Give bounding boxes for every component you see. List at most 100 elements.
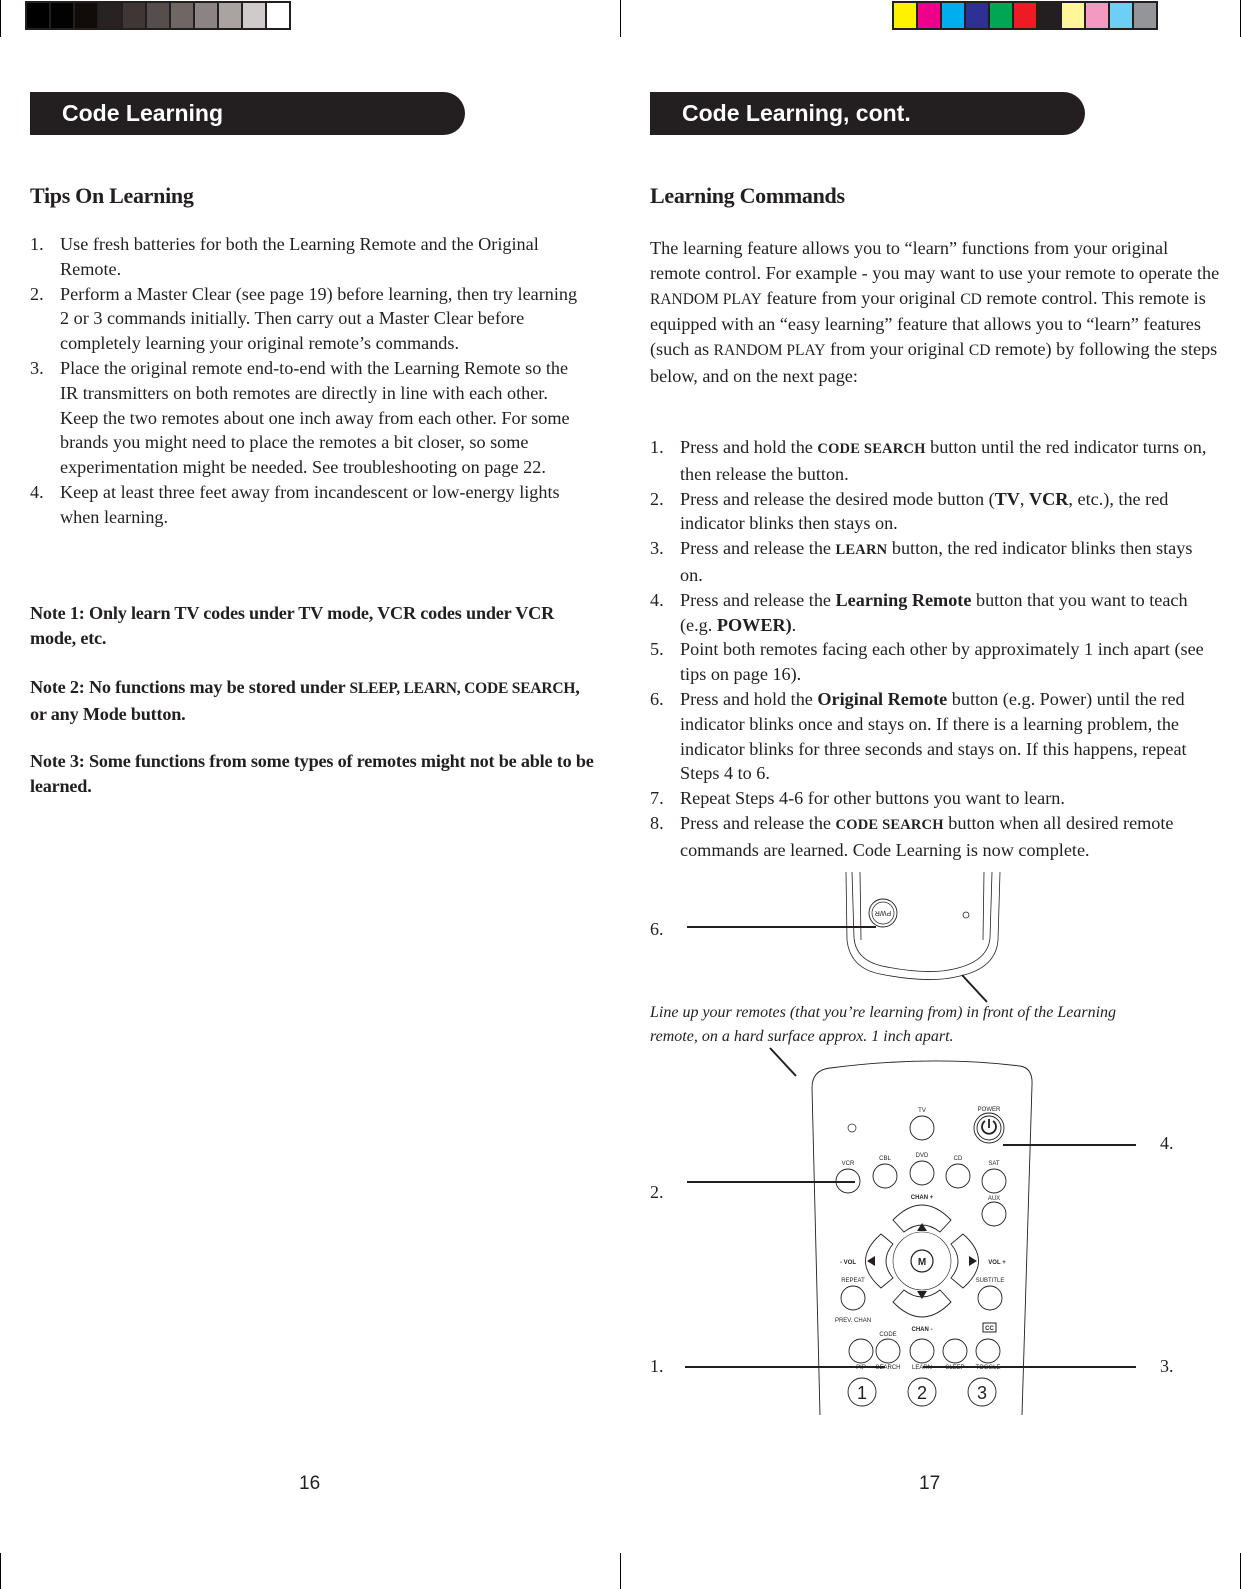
subtitle-label: SUBTITLE — [976, 1278, 1005, 1284]
tv-button — [909, 1115, 935, 1141]
right-page-banner: Code Learning, cont. — [650, 92, 1085, 135]
color-swatch — [27, 3, 49, 28]
banner-title: Code Learning, cont. — [682, 100, 911, 126]
vol-down-label: - VOL — [840, 1260, 856, 1266]
item-number: 4. — [30, 481, 44, 502]
item-keyword: VCR — [1029, 488, 1069, 509]
learning-commands-heading: Learning Commands — [650, 183, 845, 208]
color-swatch — [75, 3, 97, 28]
page-number: 16 — [299, 1473, 321, 1494]
remote-illustration: PWR TV POWER VCR CBL DVD CD SAT AUX CHAN… — [685, 871, 1136, 1416]
item-keyword: TV — [994, 488, 1020, 509]
item-number: 1. — [650, 437, 664, 457]
color-swatch — [990, 3, 1012, 28]
note-keywords: SLEEP, LEARN, CODE SEARCH — [349, 680, 576, 697]
item-number: 4. — [650, 589, 664, 610]
code-search-button — [875, 1338, 901, 1364]
list-item: 2. Perform a Master Clear (see page 19) b… — [30, 282, 590, 356]
color-swatch — [1014, 3, 1036, 28]
pip-label: PIP — [856, 1365, 866, 1371]
color-swatch — [195, 3, 217, 28]
color-swatch — [918, 3, 940, 28]
color-swatch — [894, 3, 916, 28]
alignment-line — [769, 1047, 797, 1077]
left-page-banner: Code Learning — [30, 92, 465, 135]
color-swatch — [1134, 3, 1156, 28]
sat-button — [981, 1168, 1007, 1194]
item-keyword: CODE SEARCH — [835, 816, 944, 833]
intro-paragraph: The learning feature allows you to “lear… — [650, 236, 1220, 389]
page-number: 17 — [919, 1473, 941, 1494]
item-text: Press and release the — [680, 589, 836, 610]
banner-title: Code Learning — [62, 100, 224, 126]
tips-heading: Tips On Learning — [30, 183, 194, 208]
item-number: 3. — [30, 357, 44, 378]
color-swatch — [1038, 3, 1060, 28]
cbl-label: CBL — [879, 1156, 891, 1162]
item-number: 3. — [650, 538, 664, 559]
item-text: Perform a Master Clear (see page 19) bef… — [60, 283, 578, 354]
color-swatch — [123, 3, 145, 28]
color-swatch — [942, 3, 964, 28]
learning-steps-list: 1. Press and hold the CODE SEARCH button … — [650, 435, 1210, 863]
dvd-button — [909, 1160, 935, 1186]
vol-up-label: VOL + — [988, 1260, 1006, 1266]
aux-button — [981, 1201, 1007, 1227]
color-swatch — [171, 3, 193, 28]
chan-down-label: CHAN - — [912, 1327, 933, 1333]
crop-mark — [0, 0, 1, 37]
code-label: CODE — [879, 1332, 896, 1338]
color-swatch — [51, 3, 73, 28]
pwr-label: PWR — [875, 909, 891, 916]
intro-text: from your original — [825, 339, 969, 360]
item-text: Press and hold the — [680, 688, 818, 709]
color-swatch — [267, 3, 289, 28]
note-1: Note 1: Only learn TV codes under TV mod… — [30, 601, 590, 651]
note-2: Note 2: No functions may be stored under… — [30, 675, 600, 727]
item-text: . — [791, 614, 797, 635]
item-text: Press and release the — [680, 812, 836, 833]
intro-keyword: RANDOM PLAY — [713, 342, 826, 360]
item-text: Keep at least three feet away from incan… — [60, 481, 560, 527]
number-1-label: 1 — [857, 1383, 867, 1403]
arrow-right-icon — [969, 1256, 977, 1266]
note-text: Note 1: Only learn TV codes under TV mod… — [30, 603, 555, 648]
item-text: Repeat Steps 4-6 for other buttons you w… — [680, 788, 1065, 809]
original-remote — [845, 871, 1001, 980]
learn-label: LEARN — [912, 1365, 932, 1371]
cd-button — [945, 1163, 971, 1189]
item-keyword: Original Remote — [817, 688, 948, 709]
item-text: Use fresh batteries for both the Learnin… — [60, 234, 539, 279]
ir-indicator — [962, 911, 970, 919]
intro-keyword: CD — [968, 342, 991, 360]
item-number: 2. — [650, 488, 664, 509]
item-keyword: LEARN — [835, 542, 888, 559]
repeat-button — [840, 1285, 866, 1311]
list-item: 6. Press and hold the Original Remote but… — [650, 687, 1210, 786]
intro-text: The learning feature allows you to “lear… — [650, 238, 1220, 283]
item-number: 5. — [650, 639, 664, 660]
list-item: 8. Press and release the CODE SEARCH butt… — [650, 811, 1210, 863]
alignment-line — [961, 974, 988, 1003]
list-item: 7. Repeat Steps 4-6 for other buttons you… — [650, 786, 1210, 811]
led-indicator — [847, 1123, 857, 1133]
color-swatch — [219, 3, 241, 28]
cbl-button — [872, 1163, 898, 1189]
list-item: 5. Point both remotes facing each other b… — [650, 637, 1210, 687]
arrow-down-icon — [917, 1291, 927, 1299]
item-text: Place the original remote end-to-end wit… — [60, 357, 570, 478]
item-number: 8. — [650, 812, 664, 833]
learn-button — [909, 1338, 935, 1364]
item-number: 7. — [650, 788, 664, 809]
item-keyword: POWER) — [716, 614, 792, 635]
number-3-label: 3 — [977, 1383, 987, 1403]
note-3: Note 3: Some functions from some types o… — [30, 749, 600, 799]
color-swatch — [147, 3, 169, 28]
menu-label: M — [918, 1257, 926, 1268]
item-keyword: CODE SEARCH — [817, 441, 926, 457]
item-number: 2. — [30, 283, 44, 304]
list-item: 2. Press and release the desired mode but… — [650, 487, 1210, 537]
item-text: Press and release the desired mode butto… — [680, 488, 995, 509]
note-text: Note 2: No functions may be stored under — [30, 677, 350, 697]
tips-list: 1. Use fresh batteries for both the Learn… — [30, 232, 590, 530]
